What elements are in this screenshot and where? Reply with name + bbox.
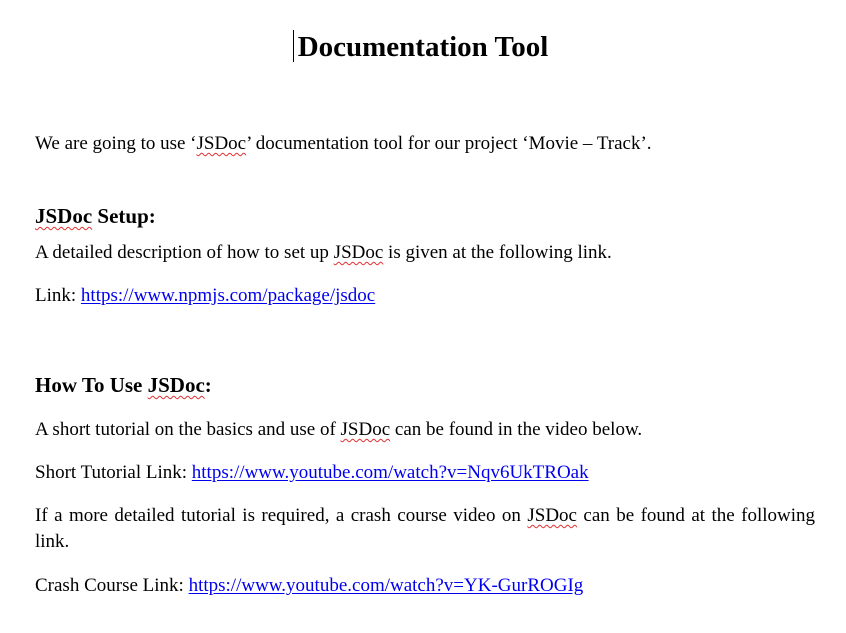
usage-heading-pre: How To Use	[35, 373, 148, 397]
npm-jsdoc-link[interactable]: https://www.npmjs.com/package/jsdoc	[81, 285, 375, 306]
tutorial-tool: JSDoc	[340, 419, 391, 440]
setup-desc-post: is given at the following link.	[383, 242, 612, 263]
intro-tool-name: JSDoc	[196, 133, 247, 154]
setup-heading-rest: Setup:	[92, 204, 156, 228]
setup-desc-pre: A detailed description of how to set up	[35, 242, 334, 263]
tutorial-pre: A short tutorial on the basics and use o…	[35, 419, 341, 440]
setup-link-label: Link:	[35, 285, 81, 306]
tutorial-paragraph: A short tutorial on the basics and use o…	[35, 417, 815, 443]
crash-pre: If a more detailed tutorial is required,…	[35, 505, 528, 526]
crash-course-link[interactable]: https://www.youtube.com/watch?v=YK-GurRO…	[189, 575, 584, 596]
usage-heading-post: :	[204, 373, 212, 397]
intro-post: ’ documentation tool for our project ‘Mo…	[246, 133, 652, 154]
usage-heading-tool: JSDoc	[147, 373, 205, 397]
short-tutorial-label: Short Tutorial Link:	[35, 462, 192, 483]
intro-paragraph: We are going to use ‘JSDoc’ documentatio…	[35, 131, 815, 157]
intro-pre: We are going to use ‘	[35, 133, 197, 154]
usage-heading: How To Use JSDoc:	[35, 371, 815, 399]
document-page[interactable]: Documentation Tool We are going to use ‘…	[0, 0, 846, 633]
crash-course-label: Crash Course Link:	[35, 575, 189, 596]
tutorial-post: can be found in the video below.	[390, 419, 643, 440]
setup-heading-tool: JSDoc	[35, 204, 93, 228]
setup-desc-tool: JSDoc	[333, 242, 384, 263]
setup-link-line: Link: https://www.npmjs.com/package/jsdo…	[35, 283, 815, 309]
crash-course-line: Crash Course Link: https://www.youtube.c…	[35, 573, 815, 599]
short-tutorial-link[interactable]: https://www.youtube.com/watch?v=Nqv6UkTR…	[192, 462, 589, 483]
setup-heading: JSDoc Setup:	[35, 202, 815, 230]
crash-tool: JSDoc	[527, 505, 577, 526]
short-tutorial-line: Short Tutorial Link: https://www.youtube…	[35, 460, 815, 486]
crash-course-paragraph: If a more detailed tutorial is required,…	[35, 503, 815, 555]
page-title: Documentation Tool	[297, 31, 549, 63]
setup-description: A detailed description of how to set up …	[35, 240, 815, 266]
